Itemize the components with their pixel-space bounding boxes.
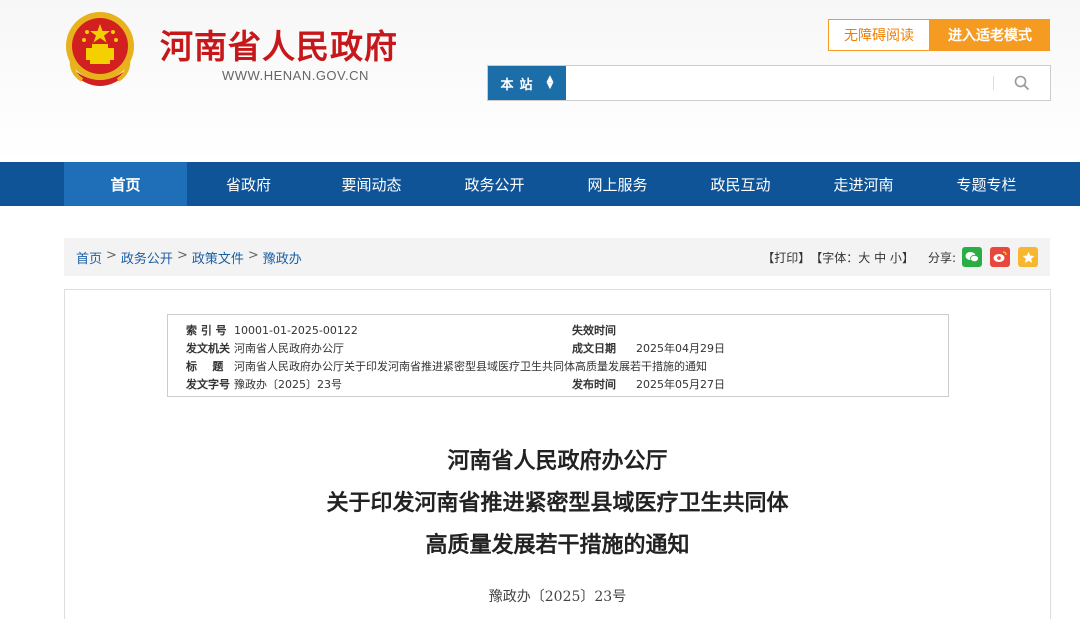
search-icon bbox=[1014, 75, 1030, 91]
search-scope-label: 本站 bbox=[500, 77, 539, 93]
breadcrumb-separator: > bbox=[176, 247, 188, 263]
title-label: 标 题 bbox=[186, 360, 224, 373]
accessible-reading-button[interactable]: 无障碍阅读 bbox=[828, 19, 930, 51]
issuer-value: 河南省人民政府办公厅 bbox=[234, 342, 344, 355]
index-number-label: 索 引 号 bbox=[186, 324, 227, 337]
document-number: 豫政办〔2025〕23号 bbox=[488, 589, 627, 605]
search-input[interactable] bbox=[566, 66, 993, 100]
font-large-link[interactable]: 大 bbox=[858, 249, 870, 266]
title-value: 河南省人民政府办公厅关于印发河南省推进紧密型县域医疗卫生共同体高质量发展若干措施… bbox=[234, 360, 707, 373]
article-content: 索 引 号 10001-01-2025-00122 失效时间 发文机关 河南省人… bbox=[64, 289, 1051, 619]
wechat-icon[interactable] bbox=[962, 247, 982, 267]
breadcrumb-separator: > bbox=[106, 247, 117, 263]
breadcrumb-gov-affairs[interactable]: 政务公开 bbox=[121, 248, 173, 267]
share-label: 分享: bbox=[927, 250, 956, 265]
site-url: WWW.HENAN.GOV.CN bbox=[222, 68, 369, 83]
font-small-link[interactable]: 小 bbox=[890, 249, 902, 266]
document-title-line-2: 关于印发河南省推进紧密型县域医疗卫生共同体 bbox=[326, 490, 789, 516]
search-bar: 本站 ▲ ▼ bbox=[487, 65, 1051, 101]
document-title: 河南省人民政府办公厅 关于印发河南省推进紧密型县域医疗卫生共同体 高质量发展若干… bbox=[65, 440, 1050, 566]
breadcrumb-separator: > bbox=[247, 247, 259, 263]
doc-number-label: 发文字号 bbox=[186, 378, 230, 391]
nav-item-about-henan[interactable]: 走进河南 bbox=[802, 162, 925, 206]
metadata-row: 发文字号 豫政办〔2025〕23号 发布时间 2025年05月27日 bbox=[168, 375, 948, 393]
created-date-value: 2025年04月29日 bbox=[636, 342, 725, 355]
font-size-bracket: 】 bbox=[901, 250, 914, 265]
breadcrumb-home[interactable]: 首页 bbox=[76, 248, 102, 267]
favorite-icon[interactable] bbox=[1018, 247, 1038, 267]
publish-date-label: 发布时间 bbox=[572, 378, 616, 391]
document-title-line-3: 高质量发展若干措施的通知 bbox=[425, 532, 690, 558]
page-tools: 【打印】 【字体： 大 中 小 】 分享: bbox=[762, 247, 1038, 267]
font-size-label: 【字体： bbox=[810, 250, 859, 265]
nav-item-provincial-gov[interactable]: 省政府 bbox=[187, 162, 310, 206]
expire-time-label: 失效时间 bbox=[572, 324, 616, 337]
issuer-label: 发文机关 bbox=[186, 342, 230, 355]
print-link[interactable]: 【打印】 bbox=[762, 249, 810, 266]
nav-item-news[interactable]: 要闻动态 bbox=[310, 162, 433, 206]
nav-item-special-topics[interactable]: 专题专栏 bbox=[925, 162, 1048, 206]
created-date-label: 成文日期 bbox=[572, 342, 616, 355]
site-title[interactable]: 河南省人民政府 bbox=[160, 20, 398, 68]
national-emblem-icon bbox=[62, 10, 138, 90]
doc-number-value: 豫政办〔2025〕23号 bbox=[234, 378, 342, 391]
weibo-icon[interactable] bbox=[990, 247, 1010, 267]
breadcrumb-yuzhengban[interactable]: 豫政办 bbox=[263, 248, 302, 267]
metadata-row: 索 引 号 10001-01-2025-00122 失效时间 bbox=[168, 321, 948, 339]
breadcrumb: 首页 > 政务公开 > 政策文件 > 豫政办 bbox=[76, 248, 302, 267]
breadcrumb-bar: 首页 > 政务公开 > 政策文件 > 豫政办 【打印】 【字体： 大 中 小 】… bbox=[64, 238, 1050, 276]
publish-date-value: 2025年05月27日 bbox=[636, 378, 725, 391]
document-title-line-1: 河南省人民政府办公厅 bbox=[447, 448, 668, 474]
font-medium-link[interactable]: 中 bbox=[874, 249, 886, 266]
nav-item-online-services[interactable]: 网上服务 bbox=[556, 162, 679, 206]
main-nav: 首页 省政府 要闻动态 政务公开 网上服务 政民互动 走进河南 专题专栏 bbox=[0, 162, 1080, 206]
elder-mode-button[interactable]: 进入适老模式 bbox=[930, 19, 1050, 51]
document-metadata-table: 索 引 号 10001-01-2025-00122 失效时间 发文机关 河南省人… bbox=[167, 314, 949, 397]
metadata-row: 标 题 河南省人民政府办公厅关于印发河南省推进紧密型县域医疗卫生共同体高质量发展… bbox=[168, 357, 948, 375]
sort-arrows-icon: ▲ ▼ bbox=[546, 74, 554, 91]
index-number-value: 10001-01-2025-00122 bbox=[234, 323, 358, 337]
breadcrumb-policy-docs[interactable]: 政策文件 bbox=[192, 248, 244, 267]
search-scope-select[interactable]: 本站 ▲ ▼ bbox=[488, 66, 566, 100]
nav-item-gov-affairs[interactable]: 政务公开 bbox=[433, 162, 556, 206]
nav-item-interaction[interactable]: 政民互动 bbox=[679, 162, 802, 206]
site-header: 河南省人民政府 WWW.HENAN.GOV.CN 无障碍阅读 进入适老模式 本站… bbox=[0, 0, 1080, 162]
nav-item-home[interactable]: 首页 bbox=[64, 162, 187, 206]
search-button[interactable] bbox=[994, 66, 1050, 100]
metadata-row: 发文机关 河南省人民政府办公厅 成文日期 2025年04月29日 bbox=[168, 339, 948, 357]
